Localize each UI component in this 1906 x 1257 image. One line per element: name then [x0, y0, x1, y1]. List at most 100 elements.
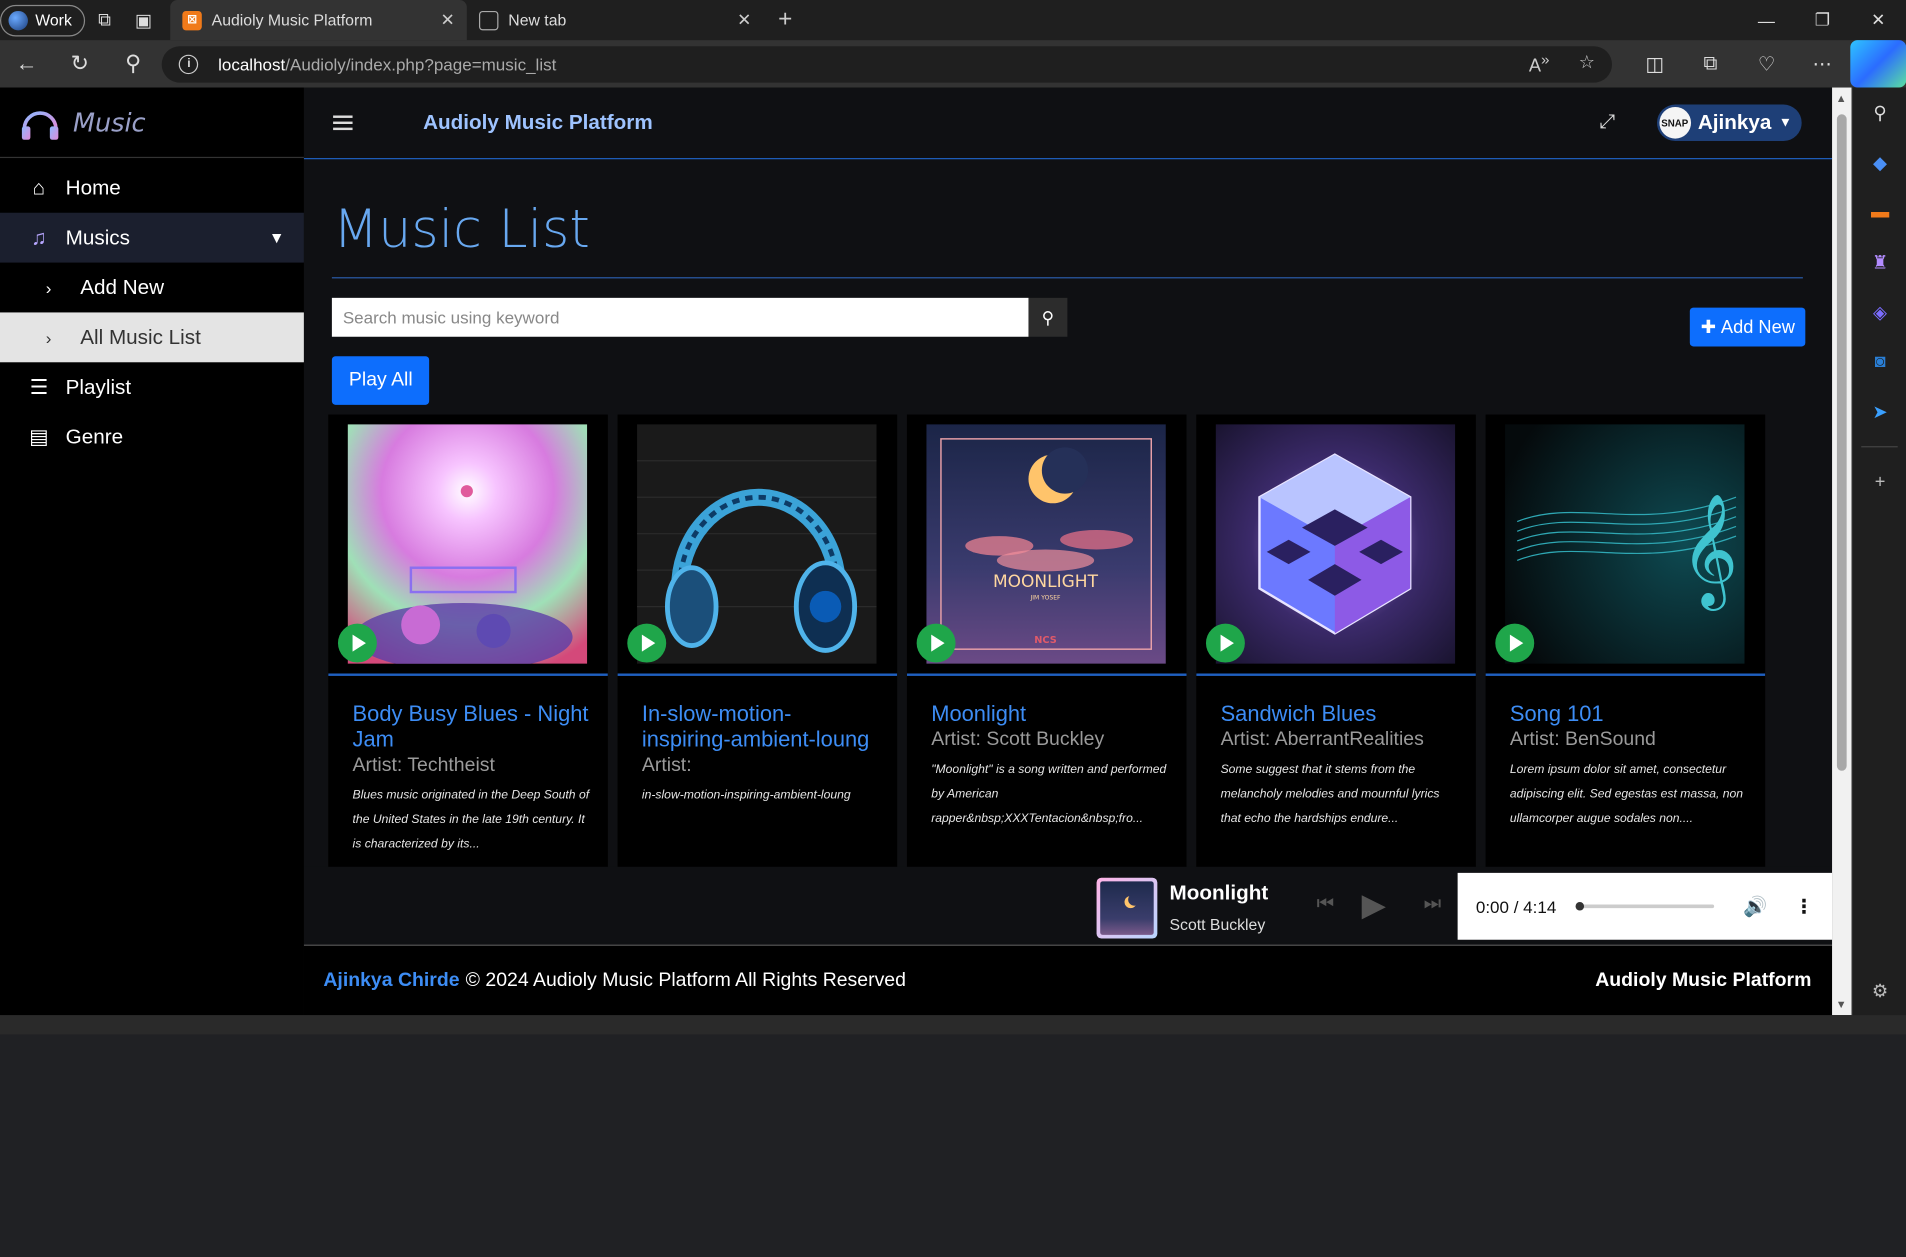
tab-actions-icon[interactable]: ▣ [124, 1, 163, 40]
cover-title-text: MOONLIGHT [993, 572, 1099, 592]
copilot-icon[interactable] [1850, 40, 1906, 88]
collections-icon[interactable]: ⧉ [85, 1, 124, 40]
home-icon: ⌂ [32, 175, 46, 199]
read-aloud-icon[interactable]: A» [1529, 51, 1550, 77]
shopping-tag-icon[interactable]: ◆ [1853, 137, 1906, 187]
seek-knob[interactable] [1575, 902, 1585, 911]
outlook-icon[interactable]: ◙ [1853, 337, 1906, 387]
play-icon [931, 634, 945, 652]
play-icon [352, 634, 366, 652]
song-title[interactable]: Moonlight [931, 701, 1169, 727]
favorite-star-icon[interactable]: ☆ [1579, 51, 1595, 77]
chevron-right-icon: › [45, 327, 52, 348]
card-body: Body Busy Blues - Night Jam Artist: Tech… [353, 701, 591, 857]
search-bar: ⚲ [331, 297, 1068, 337]
scroll-up-icon[interactable]: ▲ [1836, 92, 1847, 104]
add-icon[interactable]: + [1853, 457, 1906, 507]
play-all-button[interactable]: Play All [331, 356, 430, 405]
url-input[interactable]: i localhost/Audioly/index.php?page=music… [162, 45, 1613, 83]
tab-newtab[interactable]: New tab ✕ [467, 0, 764, 40]
music-card[interactable]: Body Busy Blues - Night Jam Artist: Tech… [328, 414, 608, 877]
more-options-icon[interactable]: ⋮ [1794, 894, 1813, 918]
playback-time: 0:00 / 4:14 [1475, 896, 1557, 917]
copilot-sidebar-icon[interactable]: ◈ [1853, 287, 1906, 337]
music-card[interactable]: Sandwich Blues Artist: AberrantRealities… [1196, 414, 1476, 877]
sidebar-item-home[interactable]: ⌂ Home [0, 163, 304, 213]
sidebar-item-genre[interactable]: ▤ Genre [0, 412, 304, 462]
tools-icon[interactable]: ▬ [1853, 187, 1906, 237]
workspace-button[interactable]: Work [0, 4, 86, 36]
taskbar-edge [0, 1015, 1906, 1035]
brand[interactable]: Music [0, 88, 304, 159]
app-sidebar: Music ⌂ Home ♫ Musics ▼ › Add New › All … [0, 87, 304, 1016]
next-track-icon[interactable]: ⏭ [1424, 894, 1442, 916]
play-button[interactable] [1205, 623, 1245, 663]
play-button[interactable] [627, 623, 667, 663]
workspace-icon [8, 10, 28, 30]
seek-slider[interactable] [1575, 902, 1715, 911]
card-body: Moonlight Artist: Scott Buckley "Moonlig… [931, 701, 1169, 831]
tab-audioly[interactable]: ⊠ Audioly Music Platform ✕ [170, 0, 467, 41]
minimize-icon[interactable]: — [1738, 0, 1794, 40]
previous-track-icon[interactable]: ⏮ [1317, 894, 1335, 916]
restore-icon[interactable]: ❐ [1794, 0, 1850, 40]
split-screen-icon[interactable]: ◫ [1627, 40, 1683, 87]
new-tab-plus-icon[interactable]: + [778, 6, 792, 34]
add-new-label: Add New [1720, 316, 1795, 338]
song-title[interactable]: Song 101 [1510, 701, 1748, 727]
site-title[interactable]: Audioly Music Platform [423, 111, 653, 135]
music-player: Moonlight Scott Buckley ⏮ ▶ ⏭ 0:00 / 4:1… [303, 866, 1833, 943]
search-icon[interactable]: ⚲ [106, 40, 159, 87]
sidebar-item-playlist[interactable]: ☰ Playlist [0, 362, 304, 412]
browser-essentials-icon[interactable]: ♡ [1738, 40, 1794, 87]
play-button[interactable] [916, 623, 956, 663]
music-card[interactable]: MOONLIGHT JIM YOSEF NCS Moonlight Artist… [906, 414, 1187, 877]
song-title[interactable]: In-slow-motion-inspiring-ambient-loung [642, 701, 880, 752]
song-title[interactable]: Body Busy Blues - Night Jam [353, 701, 591, 752]
scroll-down-icon[interactable]: ▼ [1836, 998, 1847, 1010]
user-menu-button[interactable]: SNAP Ajinkya ▼ [1656, 104, 1802, 142]
search-input[interactable] [331, 297, 1029, 337]
album-cover-image [1215, 424, 1456, 664]
sidebar-item-musics[interactable]: ♫ Musics ▼ [0, 212, 304, 263]
back-arrow-icon[interactable]: ← [0, 40, 53, 87]
page-title: Music List [333, 199, 590, 261]
now-playing-artist: Scott Buckley [1169, 915, 1266, 934]
site-info-icon[interactable]: i [179, 54, 199, 74]
play-button[interactable] [1495, 623, 1535, 663]
games-icon[interactable]: ♜ [1853, 237, 1906, 287]
song-description: in-slow-motion-inspiring-ambient-loung [641, 788, 851, 803]
sidebar-item-add-new[interactable]: › Add New [0, 263, 304, 313]
sidebar-item-all-music-list[interactable]: › All Music List [0, 312, 304, 363]
xampp-icon: ⊠ [182, 10, 202, 30]
close-tab-icon[interactable]: ✕ [737, 10, 751, 31]
refresh-icon[interactable]: ↻ [53, 40, 106, 87]
play-button[interactable] [337, 623, 377, 663]
user-name: Ajinkya [1697, 110, 1772, 134]
hamburger-menu-icon[interactable] [333, 115, 353, 131]
card-body: Song 101 Artist: BenSound Lorem ipsum do… [1510, 701, 1748, 831]
settings-gear-icon[interactable]: ⚙ [1853, 965, 1906, 1015]
card-body: Sandwich Blues Artist: AberrantRealities… [1221, 701, 1459, 831]
footer-author-link[interactable]: Ajinkya Chirde [323, 970, 459, 992]
play-pause-icon[interactable]: ▶ [1362, 886, 1386, 924]
music-card[interactable]: In-slow-motion-inspiring-ambient-loung A… [617, 414, 898, 877]
add-new-button[interactable]: ✚ Add New [1689, 307, 1806, 347]
footer-copyright: © 2024 Audioly Music Platform All Rights… [465, 969, 906, 991]
search-button[interactable]: ⚲ [1028, 297, 1068, 337]
url-path: /Audioly/index.php?page=music_list [285, 54, 557, 74]
page-scrollbar[interactable]: ▲ ▼ [1832, 87, 1852, 1016]
close-window-icon[interactable]: ✕ [1850, 0, 1906, 40]
close-tab-icon[interactable]: ✕ [441, 10, 455, 31]
send-icon[interactable]: ➤ [1853, 387, 1906, 437]
collections-icon[interactable]: ⧉ [1683, 40, 1739, 87]
scrollbar-thumb[interactable] [1836, 114, 1847, 771]
fullscreen-icon[interactable]: ⤢ [1600, 112, 1616, 134]
more-menu-icon[interactable]: ⋯ [1794, 40, 1850, 87]
album-cover-image [347, 424, 588, 664]
top-navbar: Audioly Music Platform ⤢ SNAP Ajinkya ▼ [303, 88, 1833, 160]
search-icon[interactable]: ⚲ [1853, 88, 1906, 138]
volume-icon[interactable]: 🔊 [1743, 894, 1767, 918]
song-title[interactable]: Sandwich Blues [1221, 701, 1459, 727]
music-card[interactable]: 𝄞 Song 101 Artist: BenSound Lorem ipsum … [1485, 414, 1766, 877]
